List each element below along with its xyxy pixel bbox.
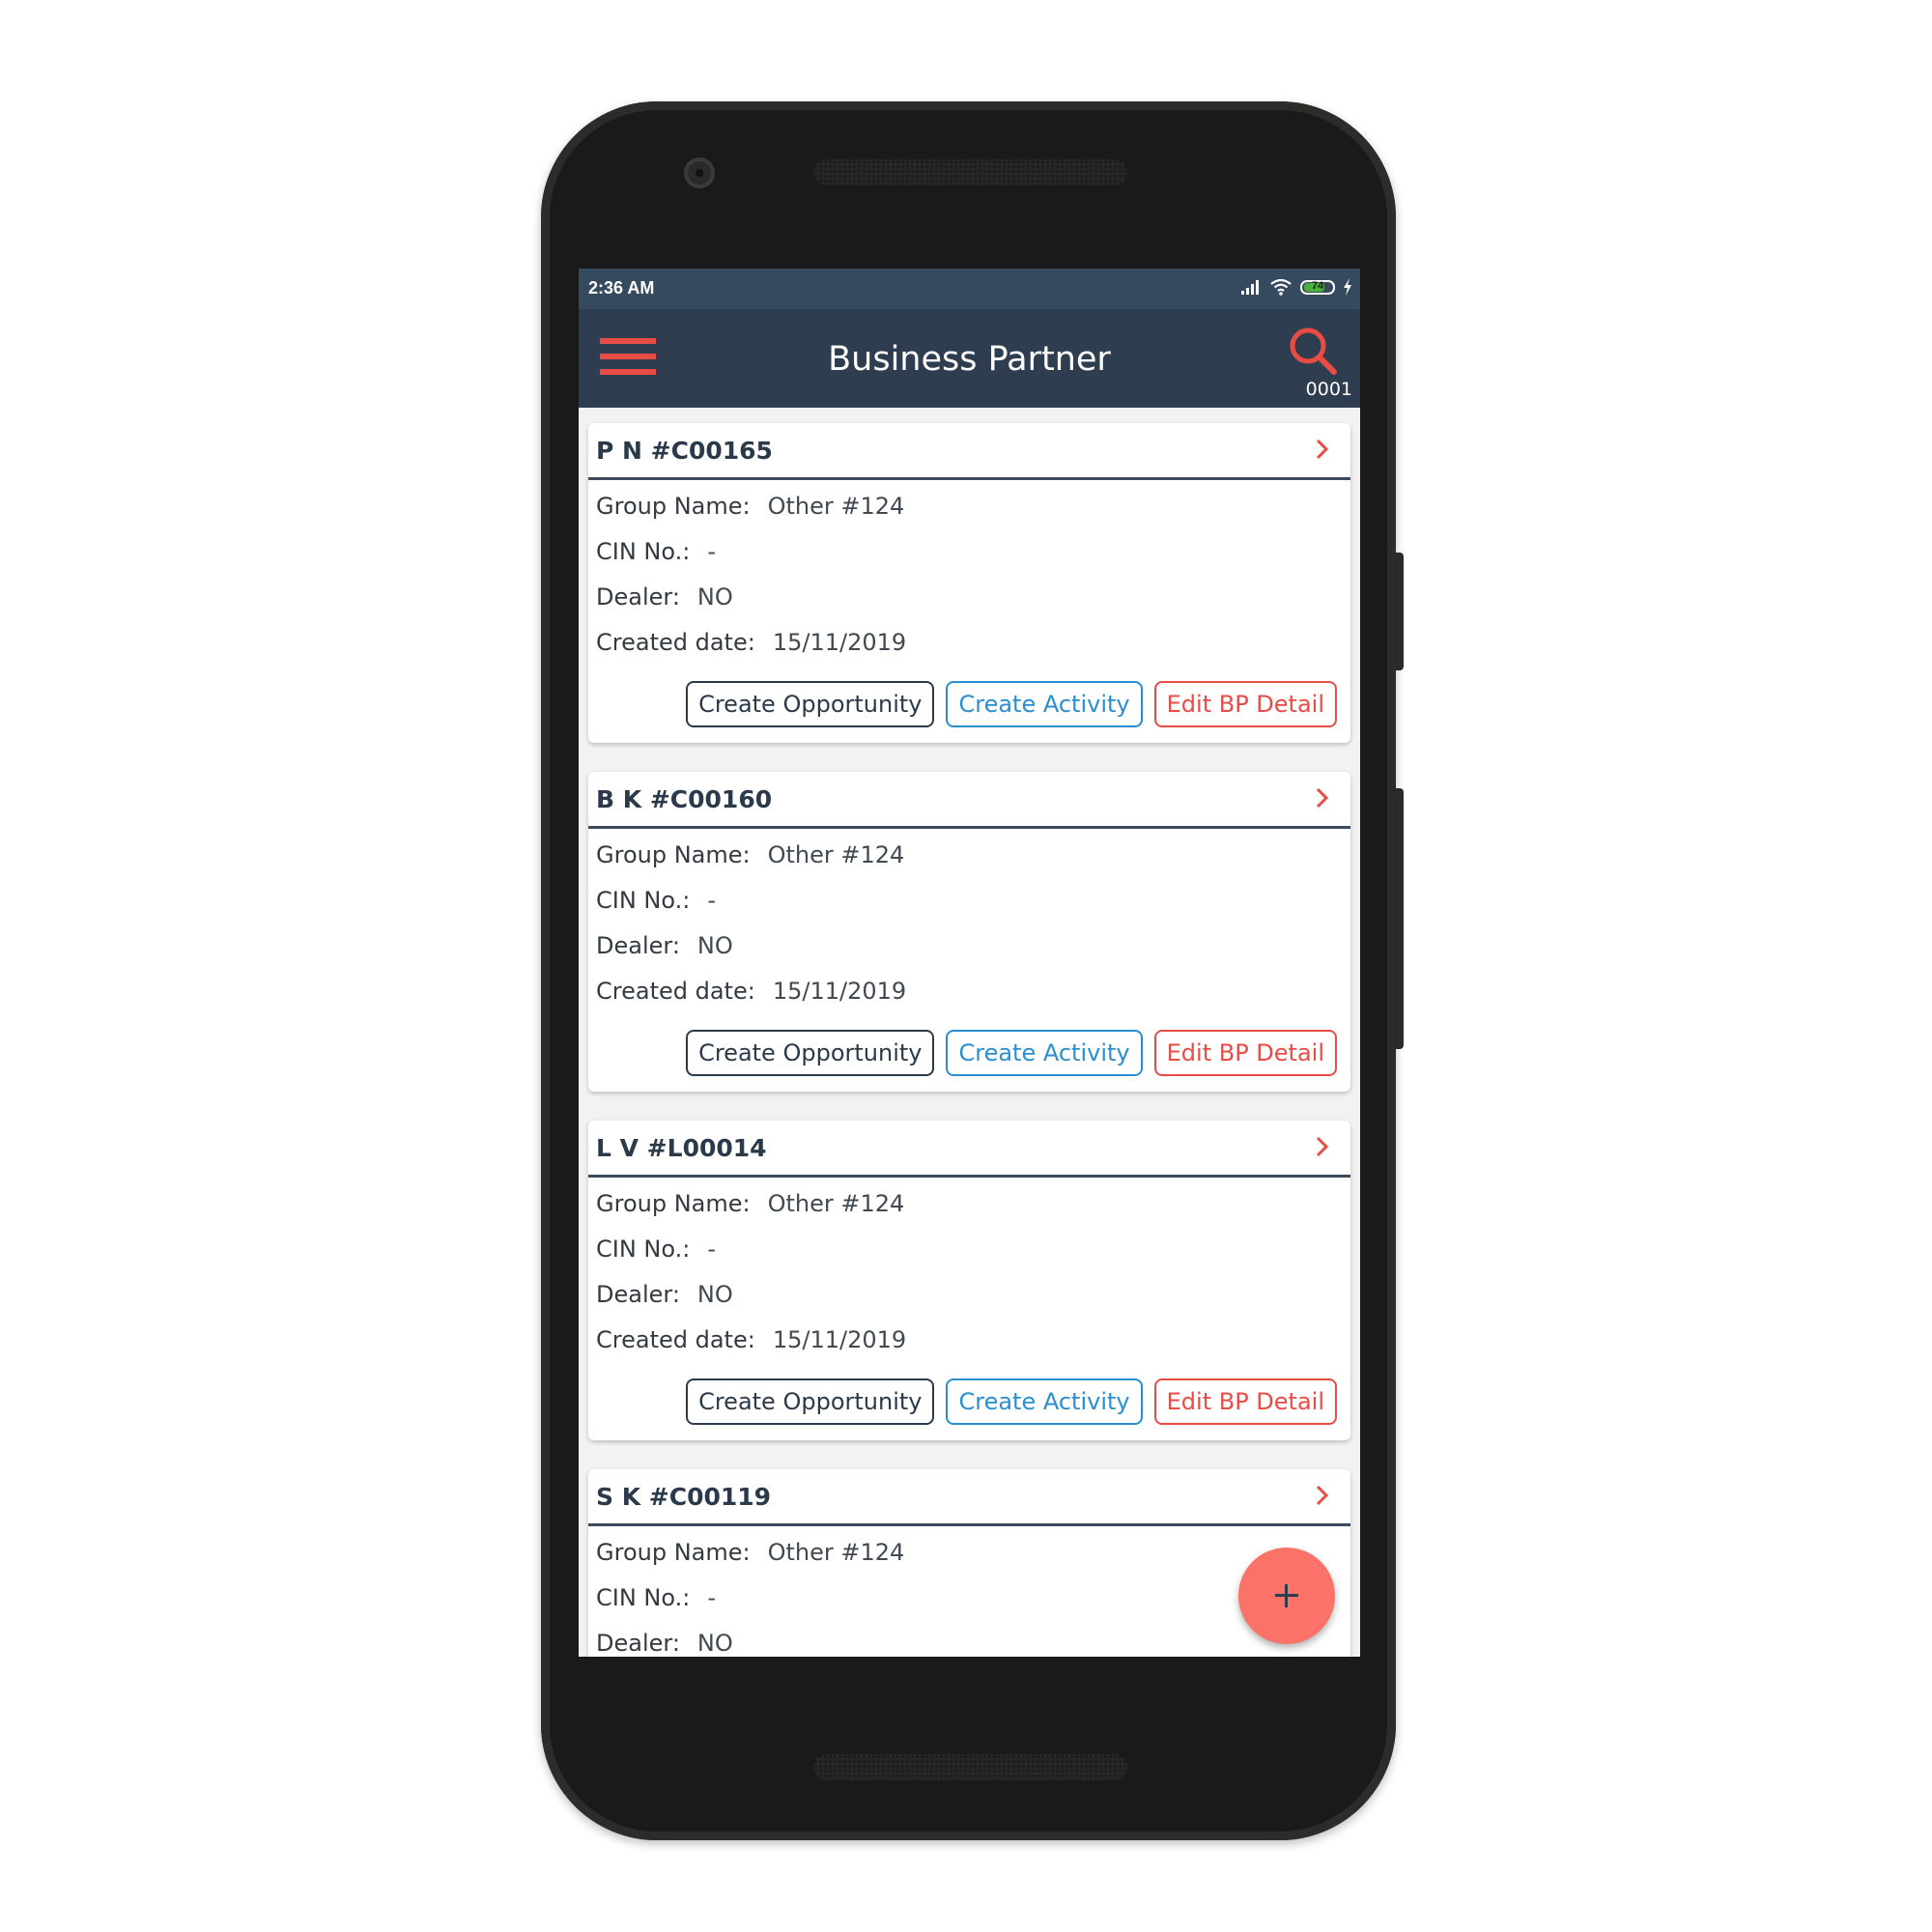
screen: 2:36 AM 74 Business Partner 0001 P N #C0… <box>579 269 1360 1657</box>
field-value: - <box>707 887 717 914</box>
partner-title: S K #C00119 <box>596 1483 772 1511</box>
earpiece-speaker <box>813 159 1127 185</box>
field-value: Other #124 <box>767 493 905 520</box>
card-actions: Create Opportunity Create Activity Edit … <box>588 1371 1350 1440</box>
field-label: Group Name: <box>596 493 751 520</box>
field-value: NO <box>696 1281 733 1308</box>
field-label: CIN No.: <box>596 1584 691 1611</box>
field-label: CIN No.: <box>596 887 691 914</box>
field-value: NO <box>696 583 733 611</box>
page-title: Business Partner <box>828 340 1111 379</box>
field-label: Group Name: <box>596 1539 751 1566</box>
field-cin-no: CIN No.: - <box>596 1235 1343 1280</box>
create-opportunity-button[interactable]: Create Opportunity <box>686 681 935 727</box>
field-label: Dealer: <box>596 1630 680 1657</box>
status-icons: 74 <box>1240 278 1352 296</box>
field-value: - <box>707 1236 717 1263</box>
partner-card: B K #C00160 Group Name: Other #124 CIN No… <box>588 772 1350 1092</box>
field-value: - <box>707 538 717 565</box>
field-value: NO <box>696 932 733 959</box>
field-value: - <box>707 1584 717 1611</box>
field-label: CIN No.: <box>596 538 691 565</box>
field-label: Created date: <box>596 1326 755 1353</box>
create-opportunity-button[interactable]: Create Opportunity <box>686 1378 935 1425</box>
field-group-name: Group Name: Other #124 <box>596 1538 1343 1583</box>
status-bar: 2:36 AM 74 <box>579 269 1360 309</box>
partner-card-header[interactable]: L V #L00014 <box>588 1121 1350 1178</box>
field-value: Other #124 <box>767 841 905 868</box>
partner-card: L V #L00014 Group Name: Other #124 CIN No… <box>588 1121 1350 1440</box>
create-activity-button[interactable]: Create Activity <box>946 681 1143 727</box>
field-label: Dealer: <box>596 932 680 959</box>
partner-list: P N #C00165 Group Name: Other #124 CIN No… <box>588 423 1350 1657</box>
edit-bp-detail-button[interactable]: Edit BP Detail <box>1153 681 1337 727</box>
field-label: Group Name: <box>596 841 751 868</box>
front-camera <box>684 157 715 188</box>
battery-percent: 74 <box>1311 279 1324 292</box>
edit-bp-detail-button[interactable]: Edit BP Detail <box>1153 1378 1337 1425</box>
chevron-right-icon[interactable] <box>1316 1136 1329 1157</box>
add-partner-fab[interactable] <box>1238 1548 1335 1644</box>
signal-icon <box>1241 280 1259 295</box>
field-created-date: Created date: 15/11/2019 <box>596 1325 1343 1371</box>
field-value: 15/11/2019 <box>772 1326 907 1353</box>
partner-card-header[interactable]: P N #C00165 <box>588 423 1350 480</box>
partner-title: B K #C00160 <box>596 785 773 813</box>
bottom-speaker <box>813 1754 1127 1780</box>
field-dealer: Dealer: NO <box>596 1629 1343 1657</box>
partner-title: L V #L00014 <box>596 1134 767 1162</box>
field-dealer: Dealer: NO <box>596 931 1343 977</box>
field-dealer: Dealer: NO <box>596 1280 1343 1325</box>
volume-button <box>1394 788 1404 1049</box>
field-group-name: Group Name: Other #124 <box>596 492 1343 537</box>
wifi-icon <box>1270 278 1292 296</box>
field-dealer: Dealer: NO <box>596 582 1343 628</box>
card-actions: Create Opportunity Create Activity Edit … <box>588 1022 1350 1092</box>
partner-title: P N #C00165 <box>596 437 773 465</box>
field-created-date: Created date: 15/11/2019 <box>596 628 1343 673</box>
field-value: Other #124 <box>767 1190 905 1217</box>
create-opportunity-button[interactable]: Create Opportunity <box>686 1030 935 1076</box>
battery-icon: 74 <box>1300 279 1335 295</box>
partner-card-header[interactable]: B K #C00160 <box>588 772 1350 829</box>
status-time: 2:36 AM <box>588 278 655 298</box>
chevron-right-icon[interactable] <box>1316 787 1329 809</box>
charging-icon <box>1344 278 1351 296</box>
search-code: 0001 <box>1305 379 1352 400</box>
partner-card-header[interactable]: S K #C00119 <box>588 1469 1350 1526</box>
chevron-right-icon[interactable] <box>1316 1485 1329 1506</box>
field-value: 15/11/2019 <box>772 629 907 656</box>
field-value: NO <box>696 1630 733 1657</box>
card-actions: Create Opportunity Create Activity Edit … <box>588 673 1350 743</box>
field-label: CIN No.: <box>596 1236 691 1263</box>
power-button <box>1394 553 1404 670</box>
field-label: Dealer: <box>596 583 680 611</box>
create-activity-button[interactable]: Create Activity <box>946 1378 1143 1425</box>
field-label: Created date: <box>596 629 755 656</box>
field-cin-no: CIN No.: - <box>596 1583 1343 1629</box>
chevron-right-icon[interactable] <box>1316 439 1329 460</box>
field-label: Dealer: <box>596 1281 680 1308</box>
field-cin-no: CIN No.: - <box>596 537 1343 582</box>
partner-card: P N #C00165 Group Name: Other #124 CIN No… <box>588 423 1350 743</box>
field-label: Group Name: <box>596 1190 751 1217</box>
edit-bp-detail-button[interactable]: Edit BP Detail <box>1153 1030 1337 1076</box>
field-cin-no: CIN No.: - <box>596 886 1343 931</box>
search-icon[interactable] <box>1287 325 1339 377</box>
field-group-name: Group Name: Other #124 <box>596 840 1343 886</box>
app-bar: Business Partner 0001 <box>579 309 1360 408</box>
field-value: 15/11/2019 <box>772 978 907 1005</box>
field-group-name: Group Name: Other #124 <box>596 1189 1343 1235</box>
field-value: Other #124 <box>767 1539 905 1566</box>
field-label: Created date: <box>596 978 755 1005</box>
field-created-date: Created date: 15/11/2019 <box>596 977 1343 1022</box>
partner-card: S K #C00119 Group Name: Other #124 CIN No… <box>588 1469 1350 1657</box>
create-activity-button[interactable]: Create Activity <box>946 1030 1143 1076</box>
